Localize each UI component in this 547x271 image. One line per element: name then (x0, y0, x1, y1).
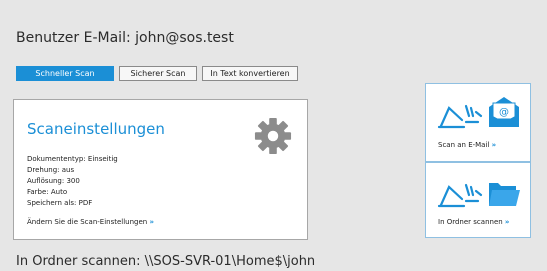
scan-to-email-text: Scan an E-Mail (438, 141, 490, 149)
change-settings-link[interactable]: Ändern Sie die Scan-Einstellungen » (27, 218, 154, 226)
setting-resolution: Auflösung: 300 (27, 177, 80, 185)
scan-to-email-label: Scan an E-Mail » (438, 141, 496, 149)
setting-color: Farbe: Auto (27, 188, 68, 196)
tab-secure-scan[interactable]: Sicherer Scan (119, 66, 197, 81)
setting-rotation: Drehung: aus (27, 166, 75, 174)
gear-icon[interactable] (254, 117, 292, 155)
change-settings-label: Ändern Sie die Scan-Einstellungen (27, 218, 148, 226)
scanner-email-icon: @ (437, 97, 519, 129)
svg-text:@: @ (499, 107, 509, 118)
chevron-right-icon: » (491, 141, 497, 149)
scan-settings-card: Scaneinstellungen Dokumententyp: Einseit… (13, 99, 308, 240)
settings-title: Scaneinstellungen (27, 120, 165, 138)
scan-to-email-card[interactable]: @ Scan an E-Mail » (425, 83, 531, 162)
chevron-right-icon: » (504, 218, 510, 226)
settings-list: Dokumententyp: Einseitig Drehung: aus Au… (27, 154, 118, 209)
scan-to-folder-card[interactable]: In Ordner scannen » (425, 162, 531, 238)
tab-quick-scan[interactable]: Schneller Scan (16, 66, 114, 81)
scan-to-folder-label: In Ordner scannen » (438, 218, 509, 226)
scan-folder-path: In Ordner scannen: \\SOS-SVR-01\Home$\jo… (16, 254, 316, 269)
tab-convert-to-text[interactable]: In Text konvertieren (202, 66, 298, 81)
user-email-value: john@sos.test (135, 30, 234, 46)
setting-save-as: Speichern als: PDF (27, 199, 93, 207)
setting-document-type: Dokumententyp: Einseitig (27, 155, 118, 163)
user-email-line: Benutzer E-Mail: john@sos.test (16, 30, 234, 46)
chevron-right-icon: » (149, 218, 154, 226)
user-email-label: Benutzer E-Mail: (16, 30, 131, 46)
scanner-folder-icon (437, 183, 520, 208)
scan-to-folder-text: In Ordner scannen (438, 218, 503, 226)
